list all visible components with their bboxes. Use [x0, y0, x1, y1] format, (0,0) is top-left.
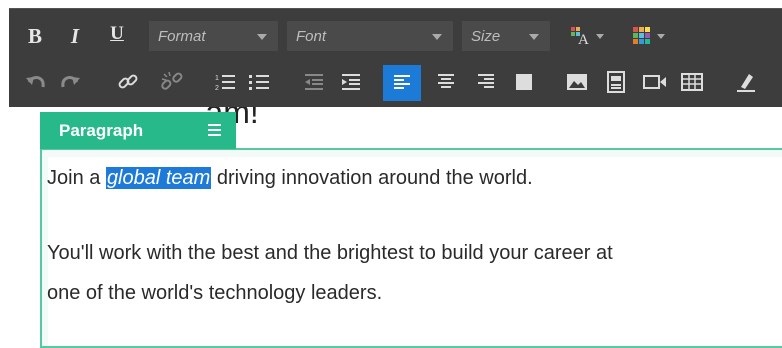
format-dropdown[interactable]: Format	[149, 21, 278, 51]
clear-format-button[interactable]	[731, 67, 761, 97]
paragraph-1: Join a global team driving innovation ar…	[47, 167, 533, 190]
format-dropdown-label: Format	[158, 27, 206, 45]
align-right-icon	[478, 74, 494, 88]
align-center-icon	[438, 74, 454, 88]
italic-button[interactable]: I	[63, 21, 87, 51]
unlink-icon	[161, 71, 183, 90]
link-icon	[118, 74, 138, 89]
background-color-button[interactable]	[627, 21, 675, 51]
align-right-button[interactable]	[471, 67, 501, 97]
redo-button[interactable]	[55, 67, 85, 97]
hamburger-menu-icon[interactable]	[208, 124, 221, 139]
insert-document-button[interactable]	[601, 67, 631, 97]
video-icon	[643, 75, 666, 89]
unlink-button[interactable]	[157, 67, 187, 97]
bold-button[interactable]: B	[23, 21, 47, 51]
image-icon	[567, 74, 587, 90]
chevron-down-icon	[432, 34, 442, 40]
p2-line-1: You'll work with the best and the bright…	[47, 242, 613, 264]
align-left-button[interactable]	[383, 65, 421, 101]
chevron-down-icon	[529, 34, 539, 40]
svg-text:A: A	[578, 32, 589, 48]
justify-icon	[516, 74, 532, 90]
font-dropdown[interactable]: Font	[287, 21, 453, 51]
selected-text: global team	[105, 167, 212, 189]
size-dropdown-label: Size	[471, 27, 501, 45]
ordered-list-button[interactable]: 12	[210, 67, 240, 97]
underline-button[interactable]: U	[105, 19, 129, 49]
insert-image-button[interactable]	[562, 67, 592, 97]
outdent-icon	[305, 74, 323, 90]
paragraph-2: You'll work with the best and the bright…	[47, 233, 613, 313]
ordered-list-icon: 12	[215, 75, 235, 92]
outdent-button[interactable]	[299, 67, 329, 97]
p2-line-2: one of the world's technology leaders.	[47, 282, 383, 304]
redo-icon	[61, 76, 80, 88]
rich-text-toolbar: B I U Format Font Size A 1 2	[9, 8, 782, 107]
justify-button[interactable]	[509, 67, 539, 97]
undo-button[interactable]	[21, 67, 51, 97]
align-center-button[interactable]	[431, 67, 461, 97]
p1-text-after: driving innovation around the world.	[211, 167, 533, 189]
paragraph-label-text: Paragraph	[59, 120, 144, 140]
indent-icon	[342, 74, 360, 90]
chevron-down-icon	[257, 34, 267, 40]
paragraph-block-label[interactable]: Paragraph	[40, 112, 236, 149]
insert-video-button[interactable]	[640, 67, 670, 97]
indent-button[interactable]	[336, 67, 366, 97]
font-dropdown-label: Font	[296, 27, 327, 45]
svg-text:2: 2	[215, 85, 219, 92]
bullet-list-icon	[249, 75, 269, 90]
bullet-list-button[interactable]	[244, 67, 274, 97]
text-color-button[interactable]: A	[566, 21, 614, 51]
align-left-icon	[394, 75, 410, 89]
insert-table-button[interactable]	[677, 67, 707, 97]
p1-text-before: Join a	[47, 167, 106, 189]
clear-format-icon	[737, 74, 755, 92]
table-icon	[681, 73, 703, 91]
svg-text:1: 1	[215, 75, 219, 82]
text-color-icon: A	[571, 27, 604, 48]
document-icon	[607, 71, 625, 93]
undo-icon	[26, 76, 45, 88]
link-button[interactable]	[113, 67, 143, 97]
size-dropdown[interactable]: Size	[462, 21, 550, 51]
background-color-icon	[633, 27, 665, 44]
